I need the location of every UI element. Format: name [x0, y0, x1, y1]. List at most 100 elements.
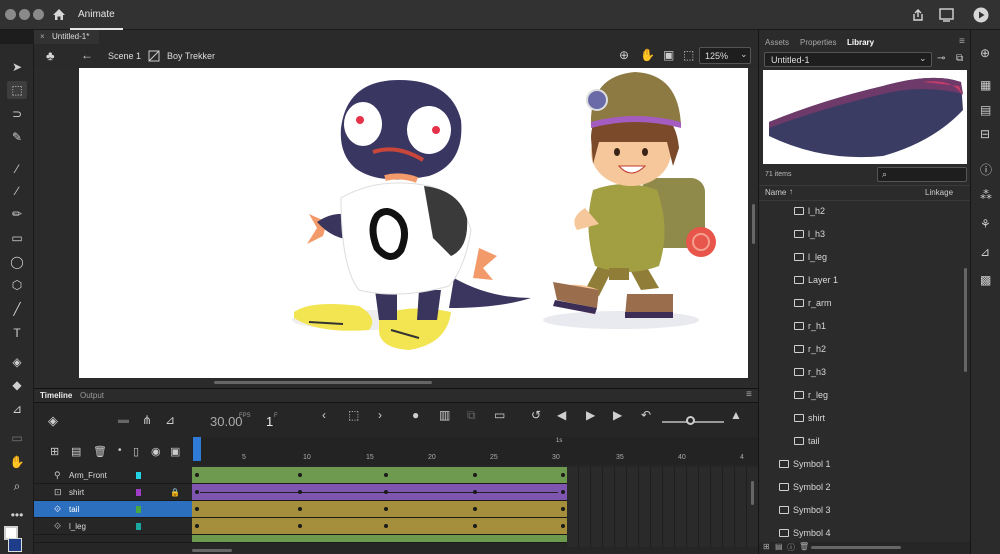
library-item[interactable]: Symbol 1 [779, 453, 965, 475]
keyframe-dot[interactable] [298, 490, 302, 494]
col-name[interactable]: Name [765, 188, 786, 197]
close-tab-icon[interactable]: × [40, 30, 45, 44]
more-tools-icon[interactable]: ••• [7, 506, 27, 524]
properties-panel-icon[interactable]: ⊕ [980, 46, 990, 60]
play-icon[interactable] [973, 7, 989, 23]
text-tool-icon[interactable]: T [7, 324, 27, 342]
keyframe-dot[interactable] [384, 524, 388, 528]
paint-brush-icon[interactable]: ⁄ [7, 160, 27, 178]
oval-tool-icon[interactable]: ◯ [7, 253, 27, 271]
layer-color-swatch[interactable] [136, 489, 141, 496]
new-symbol-icon[interactable]: ⊞ [763, 542, 770, 551]
layer-color-swatch[interactable] [136, 472, 141, 479]
transform-panel-icon[interactable]: ⚘ [980, 217, 991, 231]
library-item[interactable]: r_h3 [779, 361, 965, 383]
keyframe-dot[interactable] [195, 473, 199, 477]
frame-span[interactable] [192, 535, 567, 543]
keyframe-dot[interactable] [473, 473, 477, 477]
maximize-window-icon[interactable] [33, 9, 44, 20]
layer-color-swatch[interactable] [136, 506, 141, 513]
library-item[interactable]: r_leg [779, 384, 965, 406]
layer-color-swatch[interactable] [136, 523, 141, 530]
zoom-tool-icon[interactable]: ⌕ [7, 477, 27, 495]
keyframe-dot[interactable] [561, 524, 565, 528]
swatches-panel-icon[interactable]: ▤ [980, 103, 991, 117]
frame-span[interactable] [192, 484, 567, 501]
keyframe-dot[interactable] [298, 473, 302, 477]
layer-row[interactable]: ⚲ Arm_Front [34, 467, 192, 484]
keyframe-dot[interactable] [561, 473, 565, 477]
pin-icon[interactable]: ⊸ [937, 53, 945, 64]
stage-horizontal-scrollbar[interactable] [214, 381, 432, 384]
frame-span[interactable] [192, 501, 567, 518]
insert-keyframe-icon[interactable]: ⬚ [348, 408, 359, 422]
tab-output[interactable]: Output [80, 391, 104, 400]
panel-menu-icon[interactable]: ≡ [959, 36, 965, 47]
pencil-tool-icon[interactable]: ✏ [7, 205, 27, 223]
eraser-tool-icon[interactable]: ◈ [7, 353, 27, 371]
layer-row[interactable]: ⟐ l_leg [34, 518, 192, 535]
keyframe-dot[interactable] [384, 473, 388, 477]
library-search-input[interactable]: ⌕ [877, 167, 967, 182]
col-linkage[interactable]: Linkage [925, 188, 953, 197]
highlight-icon[interactable]: • [118, 445, 122, 456]
snap-icon[interactable]: ⊕ [619, 48, 629, 62]
paste-motion-icon[interactable]: ⧉ [467, 408, 476, 423]
subselection-tool-icon[interactable]: ⬚ [7, 81, 27, 99]
fit-stage-icon[interactable]: ⬚ [683, 48, 694, 62]
hierarchy-icon[interactable]: ⋔ [142, 413, 152, 427]
graph-icon[interactable]: ⊿ [165, 413, 175, 427]
scene-breadcrumb[interactable]: Scene 1 [108, 51, 141, 61]
play-timeline-icon[interactable]: ▶ [586, 408, 595, 422]
step-forward-icon[interactable]: ▶ [613, 408, 622, 422]
tab-assets[interactable]: Assets [765, 38, 789, 47]
undo-icon[interactable]: ↶ [641, 408, 651, 422]
prev-keyframe-icon[interactable]: ‹ [322, 408, 326, 422]
new-library-icon[interactable]: ⧉ [956, 53, 963, 64]
keyframe-dot[interactable] [473, 524, 477, 528]
graph-panel-icon[interactable]: ⊿ [980, 245, 990, 259]
keyframe-dot[interactable] [195, 524, 199, 528]
layers-icon[interactable]: ◈ [48, 413, 58, 429]
tab-timeline[interactable]: Timeline [40, 391, 72, 400]
brush-tool-icon[interactable]: ∕ [7, 182, 27, 200]
color-panel-icon[interactable]: ▦ [980, 78, 991, 92]
library-item[interactable]: Symbol 2 [779, 476, 965, 498]
keyframe-dot[interactable] [298, 524, 302, 528]
next-keyframe-icon[interactable]: › [378, 408, 382, 422]
visibility-icon[interactable]: ◉ [151, 445, 161, 458]
frame-value[interactable]: 1 [266, 414, 273, 429]
mountain-icon[interactable]: ▲ [730, 408, 742, 422]
library-item[interactable]: tail [779, 430, 965, 452]
outline-icon[interactable]: ▯ [133, 445, 139, 458]
polystar-tool-icon[interactable]: ⬡ [7, 276, 27, 294]
eyedropper-icon[interactable]: ⊿ [7, 400, 27, 418]
fill-color-swatch[interactable] [8, 538, 22, 552]
library-item[interactable]: l_h2 [779, 200, 965, 222]
clip-stage-icon[interactable]: ▣ [663, 48, 674, 62]
timeline-horizontal-scrollbar[interactable] [192, 549, 232, 552]
zoom-select[interactable]: 125% ⌄ [699, 47, 751, 64]
frame-span[interactable] [192, 467, 567, 484]
insert-frame-icon[interactable]: ▭ [494, 408, 505, 422]
home-icon[interactable] [52, 8, 66, 21]
panel-menu-icon[interactable]: ≡ [746, 389, 752, 400]
library-item[interactable]: r_h1 [779, 315, 965, 337]
timeline-vertical-scrollbar[interactable] [751, 481, 754, 505]
library-item[interactable]: Symbol 3 [779, 499, 965, 521]
frame-ruler[interactable]: 1s 5 10 15 20 25 30 35 40 4 [192, 437, 758, 465]
back-arrow-icon[interactable]: ← [81, 48, 93, 62]
frame-span[interactable] [192, 518, 567, 535]
share-icon[interactable] [911, 8, 925, 22]
lasso-tool-icon[interactable]: ⊃ [7, 105, 27, 123]
library-item[interactable]: Symbol 4 [779, 522, 965, 544]
library-scrollbar[interactable] [964, 268, 967, 372]
camera-icon[interactable]: ▬ [118, 414, 129, 426]
new-folder-icon[interactable]: ▤ [71, 445, 81, 458]
properties-icon[interactable]: ⓘ [787, 542, 795, 553]
library-h-scrollbar[interactable] [811, 546, 901, 549]
delete-layer-icon[interactable]: 🗑 [93, 445, 107, 458]
onion-skin-icon[interactable]: ● [412, 408, 419, 422]
stage-vertical-scrollbar[interactable] [752, 204, 755, 244]
empty-frames[interactable] [567, 467, 758, 547]
